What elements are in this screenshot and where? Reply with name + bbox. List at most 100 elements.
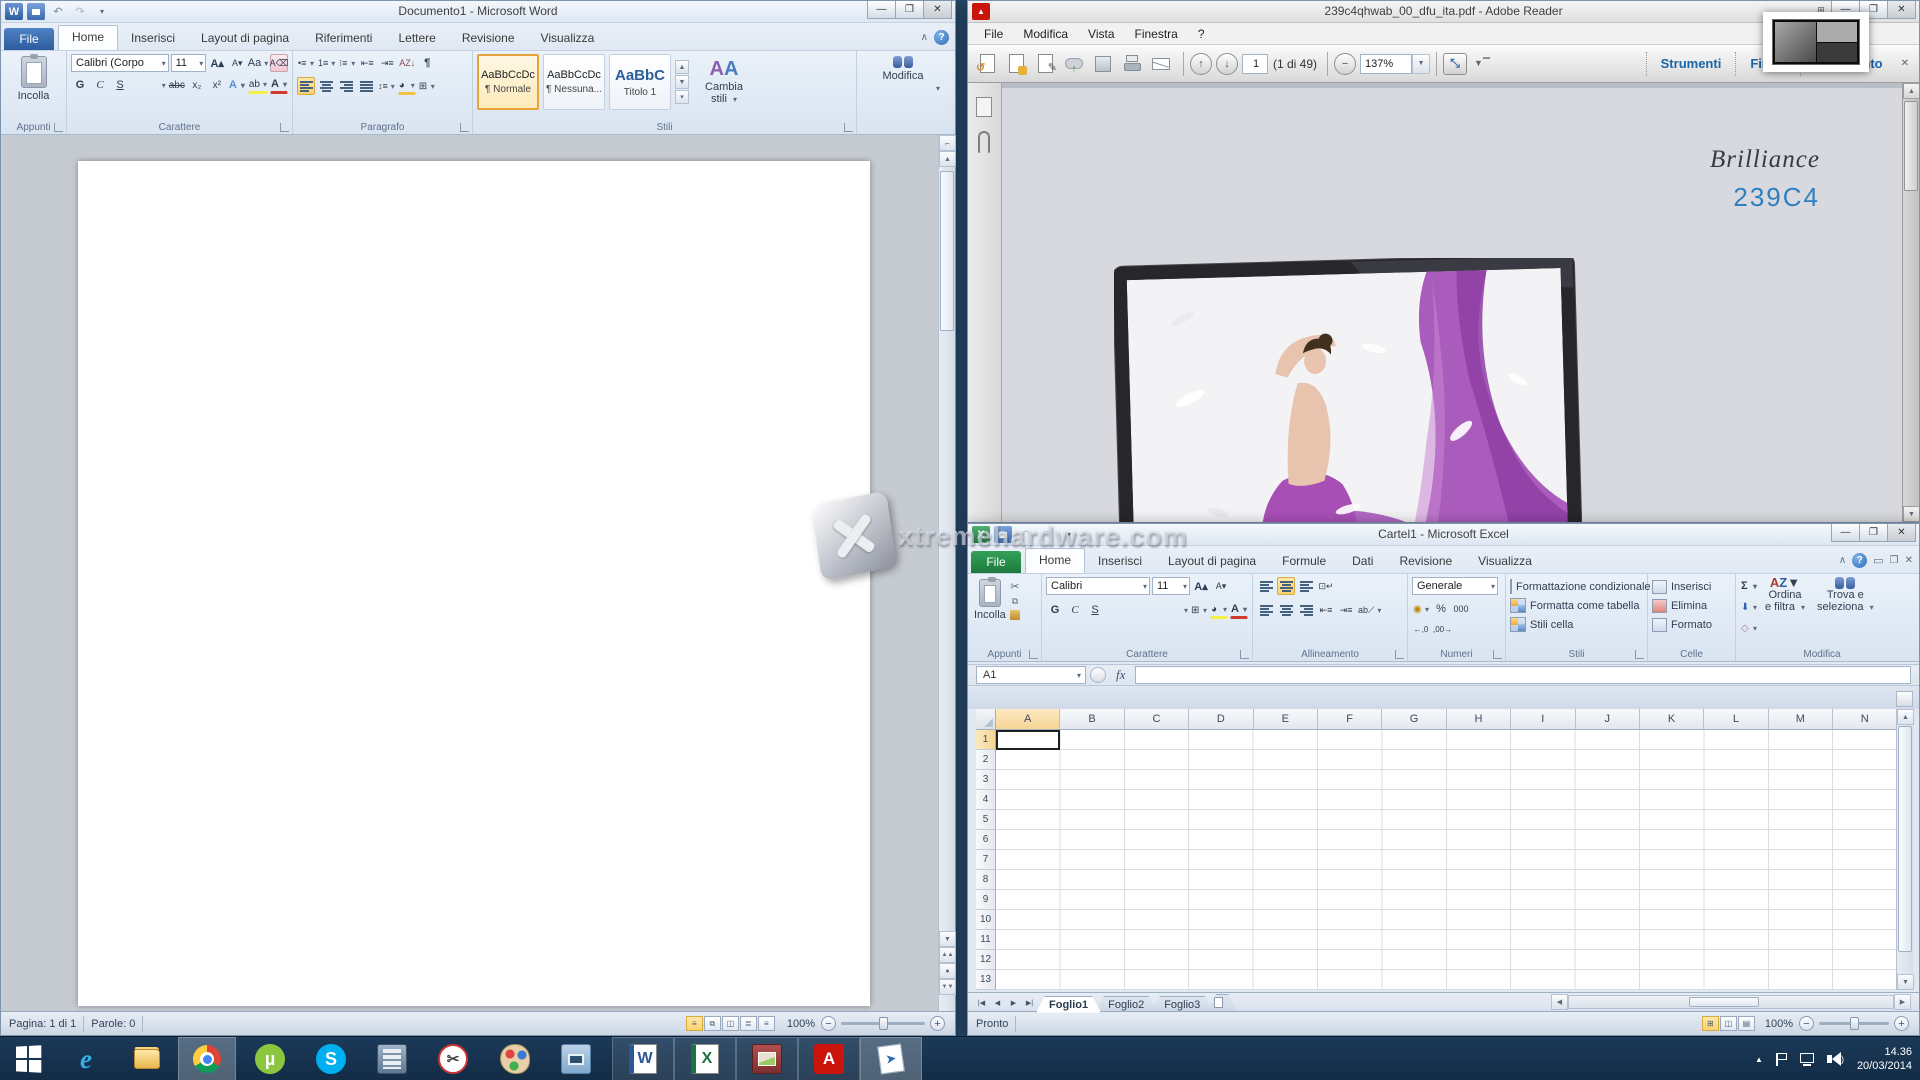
column-header[interactable]: F (1318, 709, 1382, 730)
photo-viewer-taskbar-button[interactable] (736, 1037, 798, 1080)
paste-button[interactable]: Incolla (5, 54, 62, 104)
superscript-button[interactable]: x² (208, 76, 226, 94)
grow-font-button[interactable]: A▴ (208, 54, 226, 72)
column-header[interactable]: I (1511, 709, 1575, 730)
row-header[interactable]: 4 (976, 790, 996, 810)
adobe-menu-item[interactable]: ? (1188, 24, 1215, 44)
column-header[interactable]: H (1447, 709, 1511, 730)
word-ribbon-tab[interactable]: Visualizza (528, 27, 608, 50)
clipboard-dialog-launcher[interactable] (54, 123, 63, 132)
word-count[interactable]: Parole: 0 (91, 1018, 135, 1030)
word-document-area[interactable] (1, 135, 955, 1011)
shrink-font-button[interactable]: A▾ (228, 54, 246, 72)
font-dialog-launcher[interactable] (280, 123, 289, 132)
bold-button[interactable]: G (71, 76, 89, 94)
align-top-button[interactable] (1257, 577, 1275, 595)
journal-taskbar-button[interactable]: ➤ (860, 1037, 922, 1080)
subscript-button[interactable]: x₂ (188, 76, 206, 94)
word-maximize-button[interactable]: ❐ (895, 1, 924, 19)
clear-formatting-button[interactable]: A⌫ (270, 54, 288, 72)
sort-button[interactable]: AZ↓ (398, 54, 416, 72)
excel-horizontal-scrollbar[interactable]: ◀ ▶ (1551, 994, 1911, 1010)
numbered-list-button[interactable]: 1≡▾ (317, 54, 336, 72)
draft-view-icon[interactable]: ≡ (758, 1016, 775, 1031)
wrap-text-button[interactable]: ⊡↵ (1317, 577, 1335, 595)
excel-ribbon-tab[interactable]: Home (1025, 548, 1085, 573)
sign-document-icon[interactable]: ✎ (1032, 52, 1058, 76)
word-ribbon-tab[interactable]: Riferimenti (302, 27, 385, 50)
zoom-slider[interactable] (1819, 1022, 1889, 1025)
hscroll-track[interactable] (1568, 995, 1894, 1009)
word-vertical-scrollbar[interactable]: ⌐ ▲ ▼ ▲▲ ● ▼▼ (938, 135, 955, 1011)
scroll-left-icon[interactable]: ◀ (1551, 994, 1568, 1010)
last-sheet-icon[interactable]: ▶| (1022, 996, 1037, 1011)
page-thumbnails-icon[interactable] (976, 97, 992, 117)
active-cell-a1[interactable] (996, 730, 1060, 750)
sort-filter-button[interactable]: AZ▼ Ordina e filtra ▾ (1760, 577, 1810, 614)
word-titlebar[interactable]: W ↶ ↷ ▾ Documento1 - Microsoft Word — ❐ … (1, 1, 955, 23)
sheet-tab[interactable]: Foglio1 (1036, 996, 1101, 1013)
align-middle-button[interactable] (1277, 577, 1295, 595)
styles-gallery-down-icon[interactable]: ▼ (675, 75, 689, 89)
chevron-down-icon[interactable]: ▾ (159, 81, 166, 90)
currency-format-button[interactable]: ◉▾ (1412, 600, 1430, 618)
excel-ribbon-tab[interactable]: Formule (1269, 550, 1339, 573)
clipboard-dialog-launcher[interactable] (1029, 650, 1038, 659)
orientation-button[interactable]: ab⟋▾ (1357, 601, 1382, 619)
file-explorer-icon[interactable] (131, 1043, 163, 1075)
column-header[interactable]: B (1060, 709, 1124, 730)
zoom-slider-thumb[interactable] (1850, 1017, 1859, 1030)
help-icon[interactable]: ? (1852, 553, 1867, 568)
internet-explorer-icon[interactable]: e (70, 1043, 102, 1075)
font-name-combo[interactable]: Calibri (Corpo▾ (71, 54, 169, 72)
column-header[interactable]: G (1382, 709, 1446, 730)
zoom-in-icon[interactable]: + (1894, 1016, 1909, 1031)
show-hidden-icons-icon[interactable]: ▲ (1755, 1055, 1763, 1064)
styles-button[interactable]: Formattazione condizionale (1510, 577, 1643, 596)
adobe-menu-item[interactable]: Finestra (1125, 24, 1188, 44)
clear-button[interactable]: ◇▾ (1740, 619, 1758, 637)
row-header[interactable]: 10 (976, 910, 996, 930)
scroll-down-icon[interactable]: ▼ (1897, 974, 1914, 990)
row-header[interactable]: 7 (976, 850, 996, 870)
sheet-tab[interactable]: Foglio2 (1095, 996, 1157, 1013)
align-right-button[interactable] (1297, 601, 1315, 619)
adobe-menu-item[interactable]: Modifica (1013, 24, 1078, 44)
excel-file-tab[interactable]: File (971, 551, 1021, 573)
chevron-down-icon[interactable]: ▾ (1181, 606, 1188, 615)
ruler-toggle-icon[interactable]: ⌐ (939, 135, 956, 151)
shrink-font-button[interactable]: A▾ (1212, 577, 1230, 595)
column-header[interactable]: C (1125, 709, 1189, 730)
next-sheet-icon[interactable]: ▶ (1006, 996, 1021, 1011)
select-all-corner[interactable] (976, 709, 996, 730)
page-layout-view-icon[interactable]: ◫ (1720, 1016, 1737, 1031)
row-header[interactable]: 8 (976, 870, 996, 890)
row-header[interactable]: 13 (976, 970, 996, 990)
comma-format-button[interactable]: 000 (1452, 600, 1470, 618)
save-icon[interactable] (1090, 52, 1116, 76)
adobe-menu-item[interactable]: Vista (1078, 24, 1124, 44)
cells-button[interactable]: Inserisci (1652, 577, 1731, 596)
web-layout-view-icon[interactable]: ◫ (722, 1016, 739, 1031)
page-break-view-icon[interactable]: ▤ (1738, 1016, 1755, 1031)
alignment-dialog-launcher[interactable] (1395, 650, 1404, 659)
workbook-close-icon[interactable]: ✕ (1905, 555, 1913, 566)
format-painter-icon[interactable] (1010, 610, 1020, 620)
decrease-decimal-button[interactable]: ,00→ (1432, 620, 1453, 638)
print-layout-view-icon[interactable]: ≡ (686, 1016, 703, 1031)
sheet-cells[interactable] (996, 730, 1898, 990)
italic-button[interactable]: C (91, 76, 109, 94)
zoom-slider[interactable] (841, 1022, 925, 1025)
help-icon[interactable]: ? (934, 30, 949, 45)
select-browse-object-icon[interactable]: ● (939, 963, 956, 979)
number-format-combo[interactable]: Generale▾ (1412, 577, 1498, 595)
scroll-up-icon[interactable]: ▲ (1903, 83, 1919, 99)
scroll-thumb[interactable] (1904, 101, 1918, 191)
excel-ribbon-tab[interactable]: Inserisci (1085, 550, 1155, 573)
start-button[interactable] (12, 1043, 44, 1075)
minimize-ribbon-icon[interactable]: ∧ (921, 32, 928, 43)
row-header[interactable]: 6 (976, 830, 996, 850)
adobe-close-button[interactable]: ✕ (1887, 1, 1916, 19)
change-styles-button[interactable]: AA Cambia stili ▾ (693, 57, 755, 108)
display-settings-icon[interactable] (560, 1043, 592, 1075)
